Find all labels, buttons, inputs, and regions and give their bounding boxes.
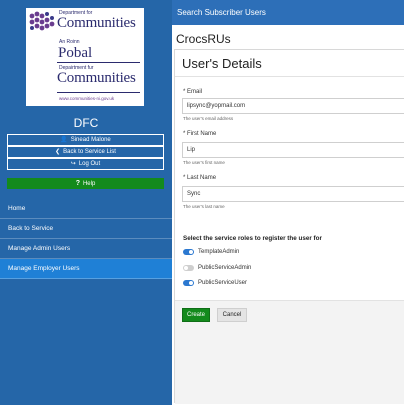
last-name-hint: The user's last name bbox=[183, 204, 225, 209]
nav-item-label: Home bbox=[8, 205, 26, 212]
roles-title: Select the service roles to register the… bbox=[183, 235, 322, 242]
panel-title: User's Details bbox=[182, 55, 262, 71]
first-name-field[interactable]: Lip bbox=[182, 142, 404, 158]
logo-url: www.communities-ni.gov.uk bbox=[59, 96, 115, 101]
first-name-hint: The user's first name bbox=[183, 160, 225, 165]
back-to-service-list-label: Back to Service List bbox=[63, 149, 116, 155]
nav-item-manage-employer-users[interactable]: Manage Employer Users bbox=[0, 259, 172, 279]
role-label: PublicServiceAdmin bbox=[198, 265, 252, 271]
role-template-admin[interactable]: TemplateAdmin bbox=[183, 249, 239, 255]
role-public-service-user[interactable]: PublicServiceUser bbox=[183, 280, 247, 286]
logout-icon: ↪ bbox=[70, 161, 76, 167]
organisation-name: DFC bbox=[73, 116, 99, 130]
log-out-button[interactable]: ↪ Log Out bbox=[7, 158, 164, 170]
nav-item-label: Manage Admin Users bbox=[8, 245, 71, 252]
logo-line4: Pobal bbox=[58, 45, 93, 61]
email-field[interactable]: lipsync@yopmail.com bbox=[182, 98, 404, 114]
help-label: Help bbox=[82, 180, 96, 187]
company-name: CrocsRUs bbox=[176, 32, 231, 46]
back-to-service-list-button[interactable]: ❮ Back to Service List bbox=[7, 146, 164, 158]
help-button[interactable]: ? Help bbox=[7, 178, 164, 189]
toggle-switch[interactable] bbox=[183, 280, 194, 286]
chevron-left-icon: ❮ bbox=[55, 149, 61, 155]
logo-divider bbox=[57, 92, 140, 93]
page-header-title: Search Subscriber Users bbox=[177, 8, 266, 17]
email-label: * Email bbox=[183, 89, 203, 95]
logo-divider bbox=[57, 62, 140, 63]
user-icon: 👤 bbox=[60, 137, 68, 143]
email-hint: The user's email address bbox=[183, 116, 234, 121]
role-public-service-admin[interactable]: PublicServiceAdmin bbox=[183, 265, 251, 271]
hexagon-cluster-icon bbox=[29, 11, 55, 31]
panel-header: User's Details bbox=[175, 50, 404, 77]
user-name-label: Sinead Malone bbox=[70, 137, 111, 143]
nav-item-label: Back to Service bbox=[8, 225, 54, 232]
cancel-button[interactable]: Cancel bbox=[217, 308, 247, 322]
sidebar: Department for Communities An Roinn Poba… bbox=[0, 0, 172, 405]
role-label: TemplateAdmin bbox=[198, 249, 240, 255]
logo-line2: Communities bbox=[57, 15, 136, 31]
role-label: PublicServiceUser bbox=[198, 280, 248, 286]
log-out-label: Log Out bbox=[78, 161, 101, 167]
toggle-switch[interactable] bbox=[183, 265, 194, 271]
department-logo: Department for Communities An Roinn Poba… bbox=[26, 8, 144, 106]
user-details-panel: User's Details * Email lipsync@yopmail.c… bbox=[174, 49, 404, 404]
nav-item-manage-admin-users[interactable]: Manage Admin Users bbox=[0, 239, 172, 259]
first-name-label: * First Name bbox=[183, 131, 217, 137]
last-name-label: * Last Name bbox=[183, 175, 217, 181]
create-button[interactable]: Create bbox=[182, 308, 210, 322]
top-bar: Search Subscriber Users bbox=[172, 0, 404, 25]
nav-item-home[interactable]: Home bbox=[0, 199, 172, 219]
nav-item-label: Manage Employer Users bbox=[8, 265, 80, 272]
question-icon: ? bbox=[75, 180, 80, 187]
nav-item-back-to-service[interactable]: Back to Service bbox=[0, 219, 172, 239]
user-name-button[interactable]: 👤 Sinead Malone bbox=[7, 134, 164, 146]
last-name-field[interactable]: Sync bbox=[182, 186, 404, 202]
logo-line6: Communities bbox=[57, 70, 136, 86]
toggle-switch[interactable] bbox=[183, 249, 194, 255]
